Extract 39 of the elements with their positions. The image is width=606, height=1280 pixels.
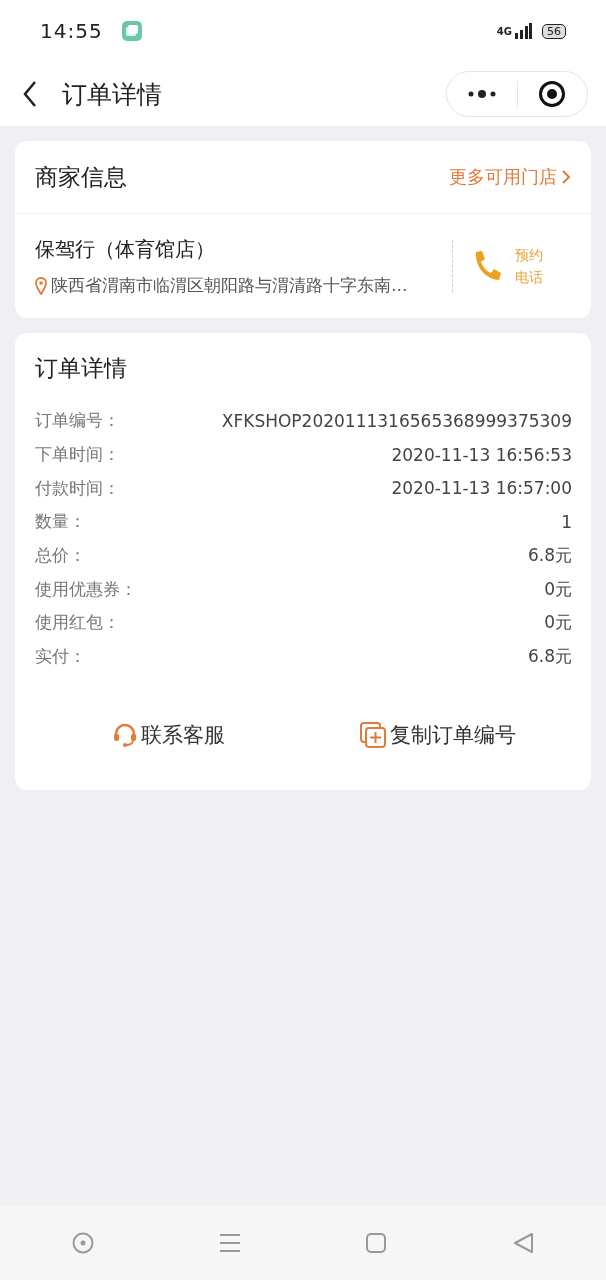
status-time: 14:55 <box>40 19 103 43</box>
section-title: 订单详情 <box>35 354 128 383</box>
field-value: 6.8元 <box>527 544 572 568</box>
menu-icon <box>218 1232 241 1254</box>
copy-order-number-button[interactable]: 复制订单编号 <box>359 720 516 749</box>
battery-level: 56 <box>542 23 566 39</box>
field-label: 使用优惠券： <box>35 577 137 601</box>
customer-service-button[interactable]: 联系客服 <box>113 720 226 749</box>
field-value: 2020-11-13 16:57:00 <box>391 478 572 499</box>
field-label: 使用红包： <box>35 611 120 635</box>
field-label: 总价： <box>35 544 86 568</box>
field-label: 订单编号： <box>35 409 120 433</box>
field-value: 1 <box>561 511 572 532</box>
store-name: 保驾行（体育馆店） <box>35 235 216 263</box>
field-label: 下单时间： <box>35 443 120 467</box>
chevron-right-icon <box>561 169 571 185</box>
section-title: 商家信息 <box>35 162 128 192</box>
field-value: 2020-11-13 16:56:53 <box>391 444 572 465</box>
back-icon <box>22 80 38 108</box>
home-icon <box>365 1232 388 1254</box>
store-address: 陕西省渭南市临渭区朝阳路与渭清路十字东南… <box>51 274 408 297</box>
more-icon <box>466 89 497 99</box>
assistant-icon <box>72 1232 95 1254</box>
page-title: 订单详情 <box>62 78 163 111</box>
field-value: 0元 <box>544 577 572 601</box>
copy-icon <box>359 721 386 748</box>
field-value: XFKSHOP2020111316565368999375309 <box>221 410 572 431</box>
field-label: 付款时间： <box>35 476 120 500</box>
signal-icon <box>514 23 532 39</box>
field-label: 实付： <box>35 645 86 669</box>
field-label: 数量： <box>35 510 86 534</box>
field-value: 6.8元 <box>527 645 572 669</box>
location-pin-icon <box>35 276 47 295</box>
close-icon <box>538 80 567 108</box>
app-icon <box>120 20 143 42</box>
field-value: 0元 <box>544 611 572 635</box>
headset-icon <box>113 722 138 747</box>
network-label: 4G <box>496 25 512 37</box>
back-icon <box>511 1232 534 1254</box>
